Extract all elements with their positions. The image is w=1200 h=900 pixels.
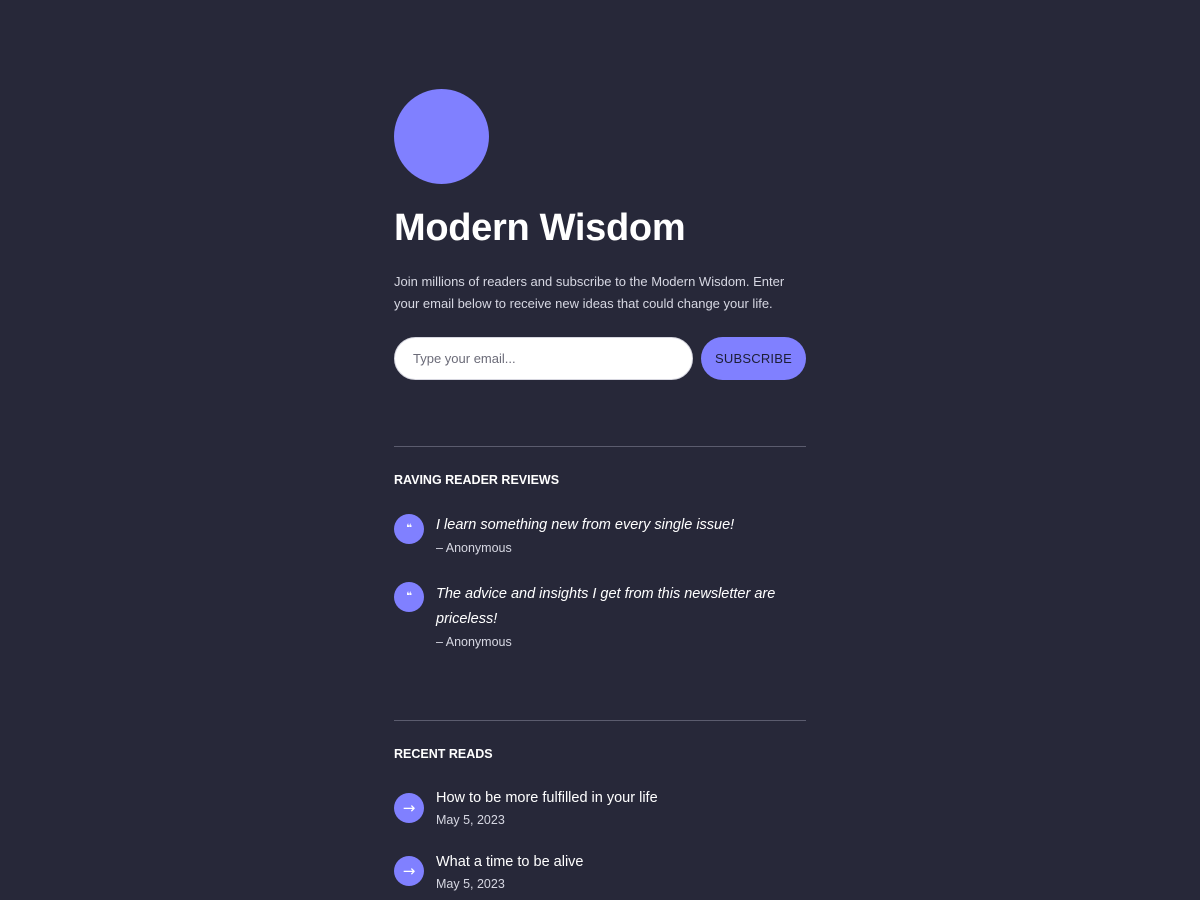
email-input[interactable]	[394, 337, 693, 380]
arrow-right-icon[interactable]: →	[394, 856, 424, 886]
review-item: I learn something new from every single …	[436, 513, 806, 558]
recent-read-link[interactable]: How to be more fulfilled in your life	[436, 787, 806, 809]
logo-avatar	[394, 89, 489, 184]
recent-read-item: How to be more fulfilled in your life Ma…	[436, 787, 806, 831]
review-quote: I learn something new from every single …	[436, 517, 735, 533]
quote-icon: ❝	[394, 514, 424, 544]
review-author: – Anonymous	[436, 635, 512, 649]
divider	[394, 446, 806, 447]
reviews-heading: RAVING READER REVIEWS	[394, 473, 560, 487]
intro-text: Join millions of readers and subscribe t…	[394, 274, 785, 311]
review-author: – Anonymous	[436, 541, 512, 555]
recent-reads-heading: RECENT READS	[394, 747, 493, 761]
recent-read-date: May 5, 2023	[436, 813, 505, 827]
arrow-right-icon[interactable]: →	[394, 793, 424, 823]
recent-read-link[interactable]: What a time to be alive	[436, 851, 806, 873]
recent-read-date: May 5, 2023	[436, 877, 505, 891]
recent-read-item: What a time to be alive May 5, 2023	[436, 851, 806, 895]
review-item: The advice and insights I get from this …	[436, 582, 806, 652]
divider	[394, 720, 806, 721]
quote-icon: ❝	[394, 582, 424, 612]
subscribe-button[interactable]: SUBSCRIBE	[701, 337, 806, 380]
subscribe-form: SUBSCRIBE	[394, 337, 806, 380]
page-title: Modern Wisdom	[394, 207, 686, 249]
review-quote: The advice and insights I get from this …	[436, 586, 776, 627]
